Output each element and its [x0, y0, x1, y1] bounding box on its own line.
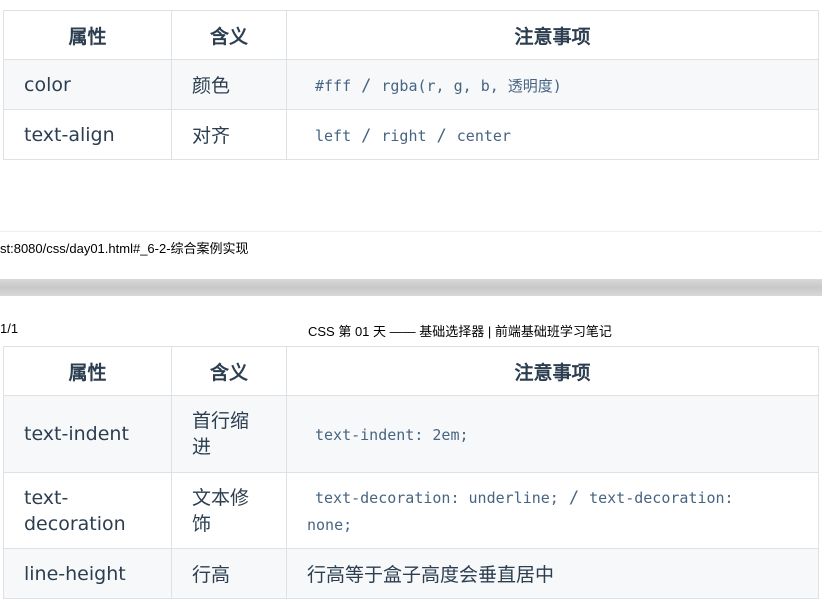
notes-cell: text-decoration: underline; / text-decorat… — [286, 472, 819, 549]
property-cell: color — [3, 59, 172, 110]
separator: / — [361, 75, 372, 96]
separator: / — [361, 125, 372, 146]
print-footer-url: st:8080/css/day01.html#_6-2-综合案例实现 — [0, 241, 249, 256]
property-cell: text-decoration — [3, 472, 172, 549]
code-value: text-decoration: underline; — [315, 488, 559, 507]
code-value: #fff — [315, 76, 352, 95]
meaning-text: 文本修饰 — [192, 486, 250, 535]
css-properties-table-1: 属性 含义 注意事项 color 颜色 #fff / rgba(r, g, b, 透… — [3, 10, 819, 160]
code-value: center — [456, 126, 511, 145]
header-notes: 注意事项 — [286, 10, 819, 60]
header-notes: 注意事项 — [286, 346, 819, 396]
notes-cell: text-indent: 2em; — [286, 395, 819, 473]
code-value: left — [315, 126, 352, 145]
header-meaning: 含义 — [171, 10, 287, 60]
notes-cell: #fff / rgba(r, g, b, 透明度) — [286, 59, 819, 110]
page-break — [0, 279, 822, 296]
property-cell: text-indent — [3, 395, 172, 473]
property-text: text-decoration — [24, 486, 126, 535]
header-property: 属性 — [3, 346, 172, 396]
print-header-title: CSS 第 01 天 —— 基础选择器 | 前端基础班学习笔记 — [308, 324, 612, 339]
meaning-cell: 首行缩进 — [171, 395, 287, 473]
print-header-page-number: 1/1 — [0, 321, 19, 336]
table-row: color 颜色 #fff / rgba(r, g, b, 透明度) — [3, 59, 819, 110]
separator: / — [436, 125, 447, 146]
code-value: text-indent: 2em; — [315, 426, 469, 444]
property-cell: line-height — [3, 548, 172, 599]
meaning-text: 首行缩进 — [192, 410, 250, 458]
meaning-cell: 对齐 — [171, 109, 287, 160]
header-meaning: 含义 — [171, 346, 287, 396]
footer-divider — [0, 231, 822, 232]
table-row: text-indent 首行缩进 text-indent: 2em; — [3, 395, 819, 473]
code-value: rgba(r, g, b, 透明度) — [381, 76, 562, 95]
separator: / — [568, 487, 580, 508]
property-cell: text-align — [3, 109, 172, 160]
notes-cell: left / right / center — [286, 109, 819, 160]
meaning-cell: 文本修饰 — [171, 472, 287, 549]
meaning-cell: 颜色 — [171, 59, 287, 110]
header-property: 属性 — [3, 10, 172, 60]
notes-cell: 行高等于盒子高度会垂直居中 — [286, 548, 819, 599]
code-value: right — [381, 126, 427, 145]
css-properties-table-2: 属性 含义 注意事项 text-indent 首行缩进 text-indent:… — [3, 346, 819, 599]
table-row: line-height 行高 行高等于盒子高度会垂直居中 — [3, 548, 819, 599]
table-row: text-decoration 文本修饰 text-decoration: un… — [3, 472, 819, 549]
table-row: text-align 对齐 left / right / center — [3, 109, 819, 160]
meaning-cell: 行高 — [171, 548, 287, 599]
